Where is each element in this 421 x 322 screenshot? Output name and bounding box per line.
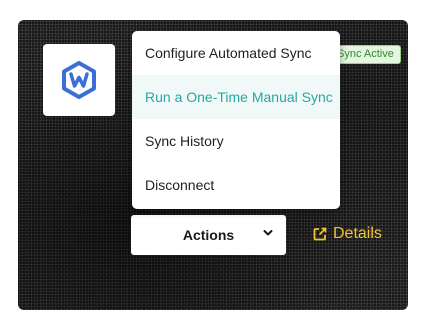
wrike-w-logo-icon (62, 61, 96, 99)
details-link-label: Details (333, 225, 382, 242)
chevron-down-icon (263, 230, 273, 236)
status-badge: Sync Active (331, 45, 401, 64)
menu-item-run-manual-sync[interactable]: Run a One-Time Manual Sync (132, 75, 340, 119)
menu-item-disconnect[interactable]: Disconnect (132, 163, 340, 207)
details-link[interactable]: Details (313, 225, 382, 243)
actions-dropdown-button[interactable]: Actions (131, 215, 286, 255)
external-link-icon (313, 227, 327, 241)
menu-item-configure-automated-sync[interactable]: Configure Automated Sync (132, 31, 340, 75)
actions-dropdown-menu: Configure Automated Sync Run a One-Time … (132, 31, 340, 209)
menu-item-sync-history[interactable]: Sync History (132, 119, 340, 163)
integration-logo (43, 44, 115, 116)
actions-button-label: Actions (182, 227, 235, 243)
